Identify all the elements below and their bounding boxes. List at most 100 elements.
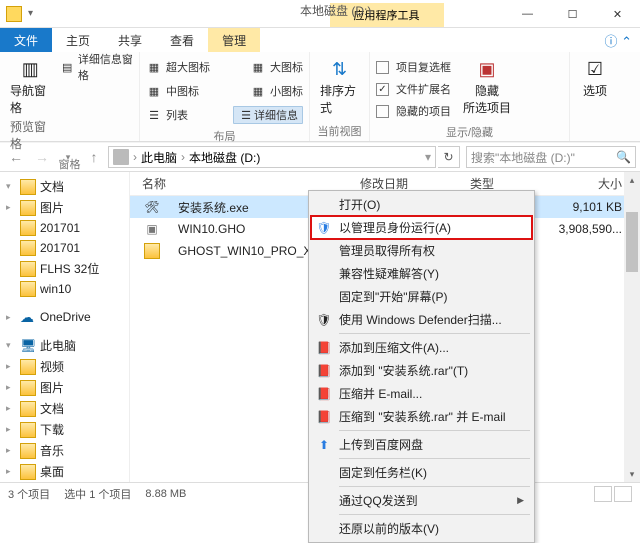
options-icon: ☑ — [584, 58, 606, 80]
chevron-right-icon: › — [133, 150, 137, 164]
show-hide-group-label: 显示/隐藏 — [376, 122, 563, 140]
expand-icon[interactable]: ▸ — [6, 445, 16, 456]
options-label: 选项 — [583, 82, 607, 99]
tab-manage[interactable]: 管理 — [208, 28, 260, 52]
folder-icon — [20, 422, 36, 438]
tree-node-201701b[interactable]: 201701 — [2, 238, 127, 258]
tree-node-documents2[interactable]: ▸文档 — [2, 398, 127, 419]
details-pane-button[interactable]: ▤ 详细信息窗格 — [60, 56, 133, 78]
tree-node-downloads[interactable]: ▸下载 — [2, 419, 127, 440]
hide-selected-icon: ▣ — [476, 58, 498, 80]
tree-node-video[interactable]: ▸视频 — [2, 356, 127, 377]
details-pane-label: 详细信息窗格 — [78, 51, 133, 83]
hidden-items-checkbox[interactable] — [376, 105, 389, 118]
folder-icon — [20, 464, 36, 480]
close-button[interactable]: ✕ — [595, 0, 640, 28]
menu-open[interactable]: 打开(O) — [311, 193, 532, 216]
ribbon-collapse-button[interactable]: ⓘ ⌃ — [604, 31, 632, 50]
menu-compress-email[interactable]: 📕压缩并 E-mail... — [311, 382, 532, 405]
tree-node-documents[interactable]: ▾文档 — [2, 176, 127, 197]
expand-icon[interactable]: ▸ — [6, 403, 16, 414]
maximize-button[interactable]: ☐ — [550, 0, 595, 28]
cloud-icon: ☁ — [20, 309, 36, 325]
folder-icon — [20, 443, 36, 459]
details-icon: ☰ — [238, 107, 254, 123]
tree-node-pictures[interactable]: ▸图片 — [2, 197, 127, 218]
scroll-down-arrow[interactable]: ▾ — [624, 466, 640, 482]
small-icon: ▦ — [250, 83, 266, 99]
refresh-button[interactable]: ↻ — [438, 146, 460, 168]
scroll-up-arrow[interactable]: ▴ — [624, 172, 640, 188]
rar-icon: 📕 — [315, 341, 333, 355]
file-ext-checkbox[interactable]: ✓ — [376, 83, 389, 96]
folder-icon — [20, 200, 36, 216]
tree-node-pictures2[interactable]: ▸图片 — [2, 377, 127, 398]
menu-separator — [339, 333, 530, 334]
options-button[interactable]: ☑ 选项 — [576, 56, 614, 101]
breadcrumb[interactable]: › 此电脑 › 本地磁盘 (D:) ▾ — [108, 146, 436, 168]
layout-list[interactable]: 列表 — [166, 107, 188, 123]
tree-node-201701a[interactable]: 201701 — [2, 218, 127, 238]
tab-file[interactable]: 文件 — [0, 28, 52, 52]
search-placeholder: 搜索"本地磁盘 (D:)" — [471, 149, 575, 166]
pane-group-label: 窗格 — [6, 154, 133, 172]
large-icon: ▦ — [250, 59, 266, 75]
breadcrumb-this-pc[interactable]: 此电脑 — [141, 149, 177, 166]
vertical-scrollbar[interactable]: ▴ ▾ — [624, 172, 640, 482]
tab-view[interactable]: 查看 — [156, 28, 208, 52]
sort-label: 排序方式 — [320, 82, 359, 116]
menu-compat-troubleshoot[interactable]: 兼容性疑难解答(Y) — [311, 262, 532, 285]
layout-extra-large[interactable]: 超大图标 — [166, 59, 210, 75]
menu-separator — [339, 486, 530, 487]
collapse-icon[interactable]: ▾ — [6, 340, 16, 351]
history-dropdown-icon[interactable]: ▾ — [425, 150, 431, 164]
expand-icon[interactable]: ▸ — [6, 466, 16, 477]
menu-compress-to-email[interactable]: 📕压缩到 "安装系统.rar" 并 E-mail — [311, 405, 532, 428]
folder-icon — [20, 220, 36, 236]
view-thumbnails-button[interactable] — [614, 486, 632, 502]
expand-icon[interactable]: ▸ — [6, 361, 16, 372]
item-checkboxes-checkbox[interactable] — [376, 61, 389, 74]
tree-node-desktop[interactable]: ▸桌面 — [2, 461, 127, 482]
window-title: 本地磁盘 (D:) — [300, 2, 371, 19]
menu-pin-taskbar[interactable]: 固定到任务栏(K) — [311, 461, 532, 484]
expand-icon[interactable]: ▸ — [6, 202, 16, 213]
medium-icon: ▦ — [146, 83, 162, 99]
hide-selected-button[interactable]: ▣ 隐藏 所选项目 — [459, 56, 515, 122]
tree-node-win10[interactable]: win10 — [2, 279, 127, 299]
tree-node-flhs[interactable]: FLHS 32位 — [2, 258, 127, 279]
sort-icon: ⇅ — [329, 58, 351, 80]
folder-icon — [20, 359, 36, 375]
menu-admin-ownership[interactable]: 管理员取得所有权 — [311, 239, 532, 262]
layout-medium[interactable]: 中图标 — [166, 83, 199, 99]
nav-pane-button[interactable]: ▥ 导航窗格 预览窗格 — [6, 56, 54, 154]
expand-icon[interactable]: ▸ — [6, 382, 16, 393]
layout-large[interactable]: 大图标 — [270, 59, 303, 75]
tab-share[interactable]: 共享 — [104, 28, 156, 52]
search-input[interactable]: 搜索"本地磁盘 (D:)" 🔍 — [466, 146, 636, 168]
expand-icon[interactable]: ▸ — [6, 312, 16, 323]
menu-restore-previous[interactable]: 还原以前的版本(V) — [311, 517, 532, 540]
menu-run-as-admin[interactable]: 🛡以管理员身份运行(A) — [311, 216, 532, 239]
menu-add-to-rar[interactable]: 📕添加到 "安装系统.rar"(T) — [311, 359, 532, 382]
menu-defender-scan[interactable]: 🛡使用 Windows Defender扫描... — [311, 308, 532, 331]
chevron-right-icon: › — [181, 150, 185, 164]
menu-add-to-archive[interactable]: 📕添加到压缩文件(A)... — [311, 336, 532, 359]
menu-send-qq[interactable]: 通过QQ发送到 — [311, 489, 532, 512]
breadcrumb-drive[interactable]: 本地磁盘 (D:) — [189, 149, 260, 166]
tree-node-music[interactable]: ▸音乐 — [2, 440, 127, 461]
menu-pin-start[interactable]: 固定到"开始"屏幕(P) — [311, 285, 532, 308]
folder-icon — [20, 261, 36, 277]
scrollbar-thumb[interactable] — [626, 212, 638, 272]
tree-node-this-pc[interactable]: ▾🖥此电脑 — [2, 335, 127, 356]
sort-button[interactable]: ⇅ 排序方式 — [316, 56, 363, 118]
collapse-icon[interactable]: ▾ — [6, 181, 16, 192]
layout-details[interactable]: 详细信息 — [254, 110, 298, 122]
layout-small[interactable]: 小图标 — [270, 83, 303, 99]
minimize-button[interactable]: — — [505, 0, 550, 28]
view-details-button[interactable] — [594, 486, 612, 502]
menu-upload-baidu[interactable]: ⬆上传到百度网盘 — [311, 433, 532, 456]
expand-icon[interactable]: ▸ — [6, 424, 16, 435]
tab-home[interactable]: 主页 — [52, 28, 104, 52]
tree-node-onedrive[interactable]: ▸☁OneDrive — [2, 307, 127, 327]
